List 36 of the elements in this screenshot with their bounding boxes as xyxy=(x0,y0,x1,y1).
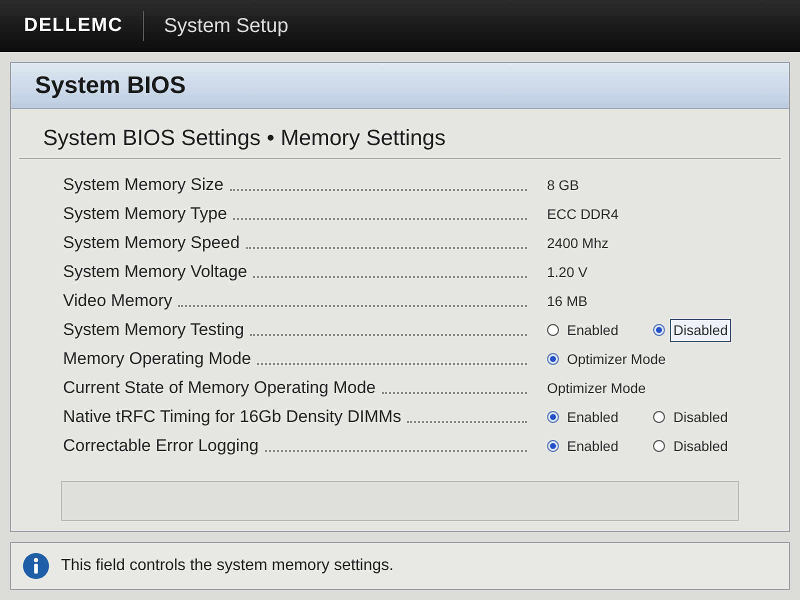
setting-value: 1.20 V xyxy=(547,262,588,282)
help-text: This field controls the system memory settings. xyxy=(61,556,394,576)
radio-button[interactable] xyxy=(653,440,666,452)
setting-label: System Memory Size xyxy=(63,174,224,196)
radio-button[interactable] xyxy=(547,440,559,452)
radio-button[interactable] xyxy=(547,353,559,365)
radio-button[interactable] xyxy=(547,324,559,336)
setting-label: Native tRFC Timing for 16Gb Density DIMMs xyxy=(63,406,402,428)
setting-value: Optimizer Mode xyxy=(547,378,646,398)
radio-button[interactable] xyxy=(653,324,666,336)
option-label[interactable]: Enabled xyxy=(564,434,622,458)
option-label[interactable]: Disabled xyxy=(670,318,731,342)
option-label[interactable]: Enabled xyxy=(564,318,622,342)
setting-value: 16 MB xyxy=(547,292,588,310)
panel-title: System BIOS xyxy=(35,70,186,100)
logo: DELLEMC xyxy=(24,14,123,38)
setting-label: System Memory Speed xyxy=(63,232,240,254)
setting-label: Memory Operating Mode xyxy=(63,348,252,370)
option-label[interactable]: Disabled xyxy=(670,434,731,458)
setting-label: Video Memory xyxy=(63,290,172,312)
setting-value: ECC DDR4 xyxy=(547,204,619,224)
setting-label: Current State of Memory Operating Mode xyxy=(63,377,376,399)
option-label[interactable]: Disabled xyxy=(670,406,731,428)
radio-button[interactable] xyxy=(547,411,559,423)
option-label[interactable]: Enabled xyxy=(564,406,622,428)
page-title: System BIOS Settings • Memory Settings xyxy=(43,125,446,150)
app-title: System Setup xyxy=(164,14,288,39)
setting-label: System Memory Testing xyxy=(63,319,244,341)
option-label[interactable]: Optimizer Mode xyxy=(564,348,669,370)
setting-value: 8 GB xyxy=(547,176,579,194)
setting-label: System Memory Voltage xyxy=(63,261,248,283)
setting-value: 2400 Mhz xyxy=(547,234,608,252)
setting-label: Correctable Error Logging xyxy=(63,435,259,457)
setting-label: System Memory Type xyxy=(63,203,228,225)
radio-button[interactable] xyxy=(653,411,666,423)
info-icon xyxy=(23,553,49,579)
